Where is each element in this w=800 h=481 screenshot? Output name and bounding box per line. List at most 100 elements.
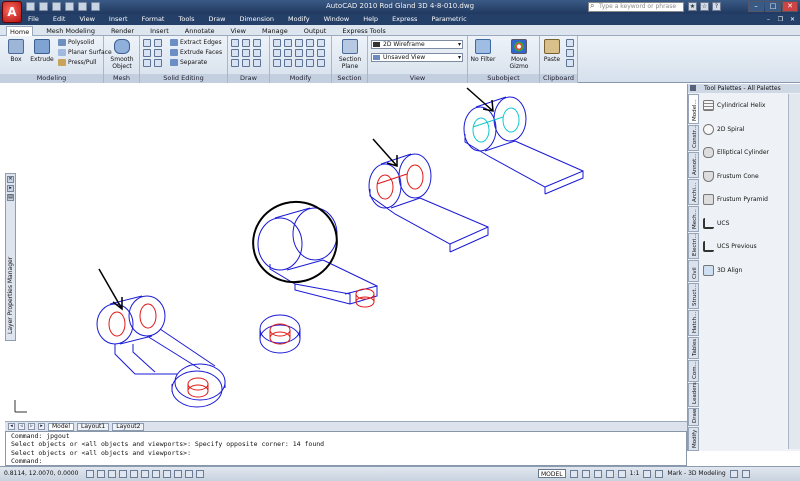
mirror-icon[interactable] bbox=[295, 39, 303, 47]
subobject-panel-title[interactable]: Subobject bbox=[468, 74, 539, 83]
tab-manage[interactable]: Manage bbox=[259, 26, 291, 36]
circle-icon[interactable] bbox=[253, 39, 261, 47]
smooth-object-button[interactable]: Smooth Object bbox=[107, 39, 137, 70]
layout-tab-layout1[interactable]: Layout1 bbox=[77, 422, 110, 431]
palette-tab-annotation[interactable]: Annot... bbox=[688, 152, 699, 178]
view-panel-title[interactable]: View bbox=[368, 74, 467, 83]
ducs-toggle-icon[interactable] bbox=[163, 470, 171, 478]
workspace-switching-icon[interactable] bbox=[655, 469, 664, 478]
menu-file[interactable]: File bbox=[28, 15, 39, 23]
tool-frustum-cone[interactable]: Frustum Cone bbox=[701, 165, 800, 189]
palette-tab-modify[interactable]: Modify bbox=[688, 427, 699, 451]
layer-properties-manager-panel[interactable]: ✕ ▸ ▤ Layer Properties Manager bbox=[5, 173, 16, 341]
menu-insert[interactable]: Insert bbox=[109, 15, 128, 23]
move-gizmo-button[interactable]: Move Gizmo bbox=[504, 39, 534, 70]
subtract-icon[interactable] bbox=[154, 39, 162, 47]
quick-view-drawings-icon[interactable] bbox=[581, 469, 590, 478]
no-filter-button[interactable]: No Filter bbox=[468, 39, 498, 63]
communication-center-icon[interactable]: ★ bbox=[688, 2, 697, 11]
palette-close-icon[interactable] bbox=[690, 85, 696, 91]
menu-format[interactable]: Format bbox=[142, 15, 165, 23]
minimize-button[interactable]: – bbox=[748, 1, 764, 12]
palette-tab-leaders[interactable]: Leaders bbox=[688, 382, 699, 407]
fillet-icon[interactable] bbox=[317, 49, 325, 57]
menu-edit[interactable]: Edit bbox=[53, 15, 66, 23]
draw-panel-title[interactable]: Draw bbox=[228, 74, 269, 83]
command-window[interactable]: Command: jpgout Select objects or <all o… bbox=[5, 431, 687, 466]
spline-icon[interactable] bbox=[253, 59, 261, 67]
ellipse-icon[interactable] bbox=[242, 59, 250, 67]
tool-cylindrical-helix[interactable]: Cylindrical Helix bbox=[701, 94, 800, 118]
snap-toggle-icon[interactable] bbox=[86, 470, 94, 478]
tool-ucs-previous[interactable]: UCS Previous bbox=[701, 235, 800, 259]
grid-toggle-icon[interactable] bbox=[97, 470, 105, 478]
model-space-button[interactable]: MODEL bbox=[538, 469, 566, 478]
palette-tab-constraints[interactable]: Constr... bbox=[688, 125, 699, 151]
annotation-scale[interactable]: 1:1 bbox=[630, 470, 640, 477]
mesh-panel-title[interactable]: Mesh bbox=[104, 74, 139, 83]
menu-dimension[interactable]: Dimension bbox=[239, 15, 274, 23]
stretch-icon[interactable] bbox=[284, 49, 292, 57]
drawing-area[interactable] bbox=[5, 84, 687, 421]
palette-scrollbar[interactable] bbox=[788, 94, 800, 449]
section-panel-title[interactable]: Section bbox=[332, 74, 367, 83]
shell-icon[interactable] bbox=[154, 59, 162, 67]
copy-icon[interactable] bbox=[273, 49, 281, 57]
palette-tab-civil[interactable]: Civil bbox=[688, 260, 699, 282]
ortho-toggle-icon[interactable] bbox=[108, 470, 116, 478]
menu-draw[interactable]: Draw bbox=[209, 15, 226, 23]
quick-properties-toggle-icon[interactable] bbox=[196, 470, 204, 478]
menu-tools[interactable]: Tools bbox=[178, 15, 194, 23]
palette-tab-tables[interactable]: Tables bbox=[688, 337, 699, 359]
dyn-toggle-icon[interactable] bbox=[174, 470, 182, 478]
otrack-toggle-icon[interactable] bbox=[152, 470, 160, 478]
command-prompt-input[interactable]: Command: bbox=[11, 457, 686, 465]
doc-restore-button[interactable]: ❐ bbox=[776, 15, 785, 24]
next-layout-icon[interactable]: ▹ bbox=[28, 423, 35, 430]
part-bottom-left[interactable] bbox=[96, 295, 226, 408]
close-button[interactable]: ✕ bbox=[782, 1, 798, 12]
annotation-autoscale-icon[interactable] bbox=[643, 469, 652, 478]
pan-icon[interactable] bbox=[593, 469, 602, 478]
clipboard-panel-title[interactable]: Clipboard bbox=[540, 74, 577, 83]
offset-icon[interactable] bbox=[273, 59, 281, 67]
palette-tab-electrical[interactable]: Electri... bbox=[688, 233, 699, 259]
modeling-panel-title[interactable]: Modeling bbox=[0, 74, 103, 83]
coordinate-readout[interactable]: 0.8114, 12.0070, 0.0000 bbox=[4, 470, 78, 477]
separate-button[interactable]: Separate bbox=[170, 58, 207, 67]
line-icon[interactable] bbox=[231, 39, 239, 47]
favorites-icon[interactable]: ☆ bbox=[700, 2, 709, 11]
presspull-button[interactable]: Press/Pull bbox=[58, 58, 96, 67]
paste-button[interactable]: Paste bbox=[540, 39, 564, 63]
palette-tab-command[interactable]: Com... bbox=[688, 360, 699, 382]
tool-palettes-header[interactable]: Tool Palettes - All Palettes bbox=[688, 84, 800, 93]
workspace-name[interactable]: Mark - 3D Modeling bbox=[667, 470, 725, 477]
application-menu-button[interactable]: A bbox=[2, 1, 22, 23]
part-top-right[interactable] bbox=[463, 96, 584, 195]
imprint-icon[interactable] bbox=[143, 59, 151, 67]
palette-tab-draw[interactable]: Draw bbox=[688, 408, 699, 426]
tab-insert[interactable]: Insert bbox=[147, 26, 172, 36]
chamfer-icon[interactable] bbox=[306, 59, 314, 67]
solid-editing-panel-title[interactable]: Solid Editing bbox=[140, 74, 227, 83]
array-icon[interactable] bbox=[306, 39, 314, 47]
tab-mesh-modeling[interactable]: Mesh Modeling bbox=[43, 26, 98, 36]
menu-express[interactable]: Express bbox=[392, 15, 417, 23]
move-icon[interactable] bbox=[273, 39, 281, 47]
align-icon[interactable] bbox=[317, 39, 325, 47]
section-plane-button[interactable]: Section Plane bbox=[335, 39, 365, 70]
break-icon[interactable] bbox=[317, 59, 325, 67]
tab-home[interactable]: Home bbox=[6, 26, 34, 36]
slice-icon[interactable] bbox=[154, 49, 162, 57]
copy-clip-icon[interactable] bbox=[566, 49, 574, 57]
arc-icon[interactable] bbox=[231, 49, 239, 57]
explode-icon[interactable] bbox=[295, 59, 303, 67]
tab-view[interactable]: View bbox=[228, 26, 249, 36]
erase-icon[interactable] bbox=[284, 59, 292, 67]
polysolid-button[interactable]: Polysolid bbox=[58, 38, 94, 47]
tool-ucs[interactable]: UCS bbox=[701, 212, 800, 236]
scale-icon[interactable] bbox=[295, 49, 303, 57]
cut-icon[interactable] bbox=[566, 39, 574, 47]
trim-icon[interactable] bbox=[306, 49, 314, 57]
extrude-faces-button[interactable]: Extrude Faces bbox=[170, 48, 222, 57]
